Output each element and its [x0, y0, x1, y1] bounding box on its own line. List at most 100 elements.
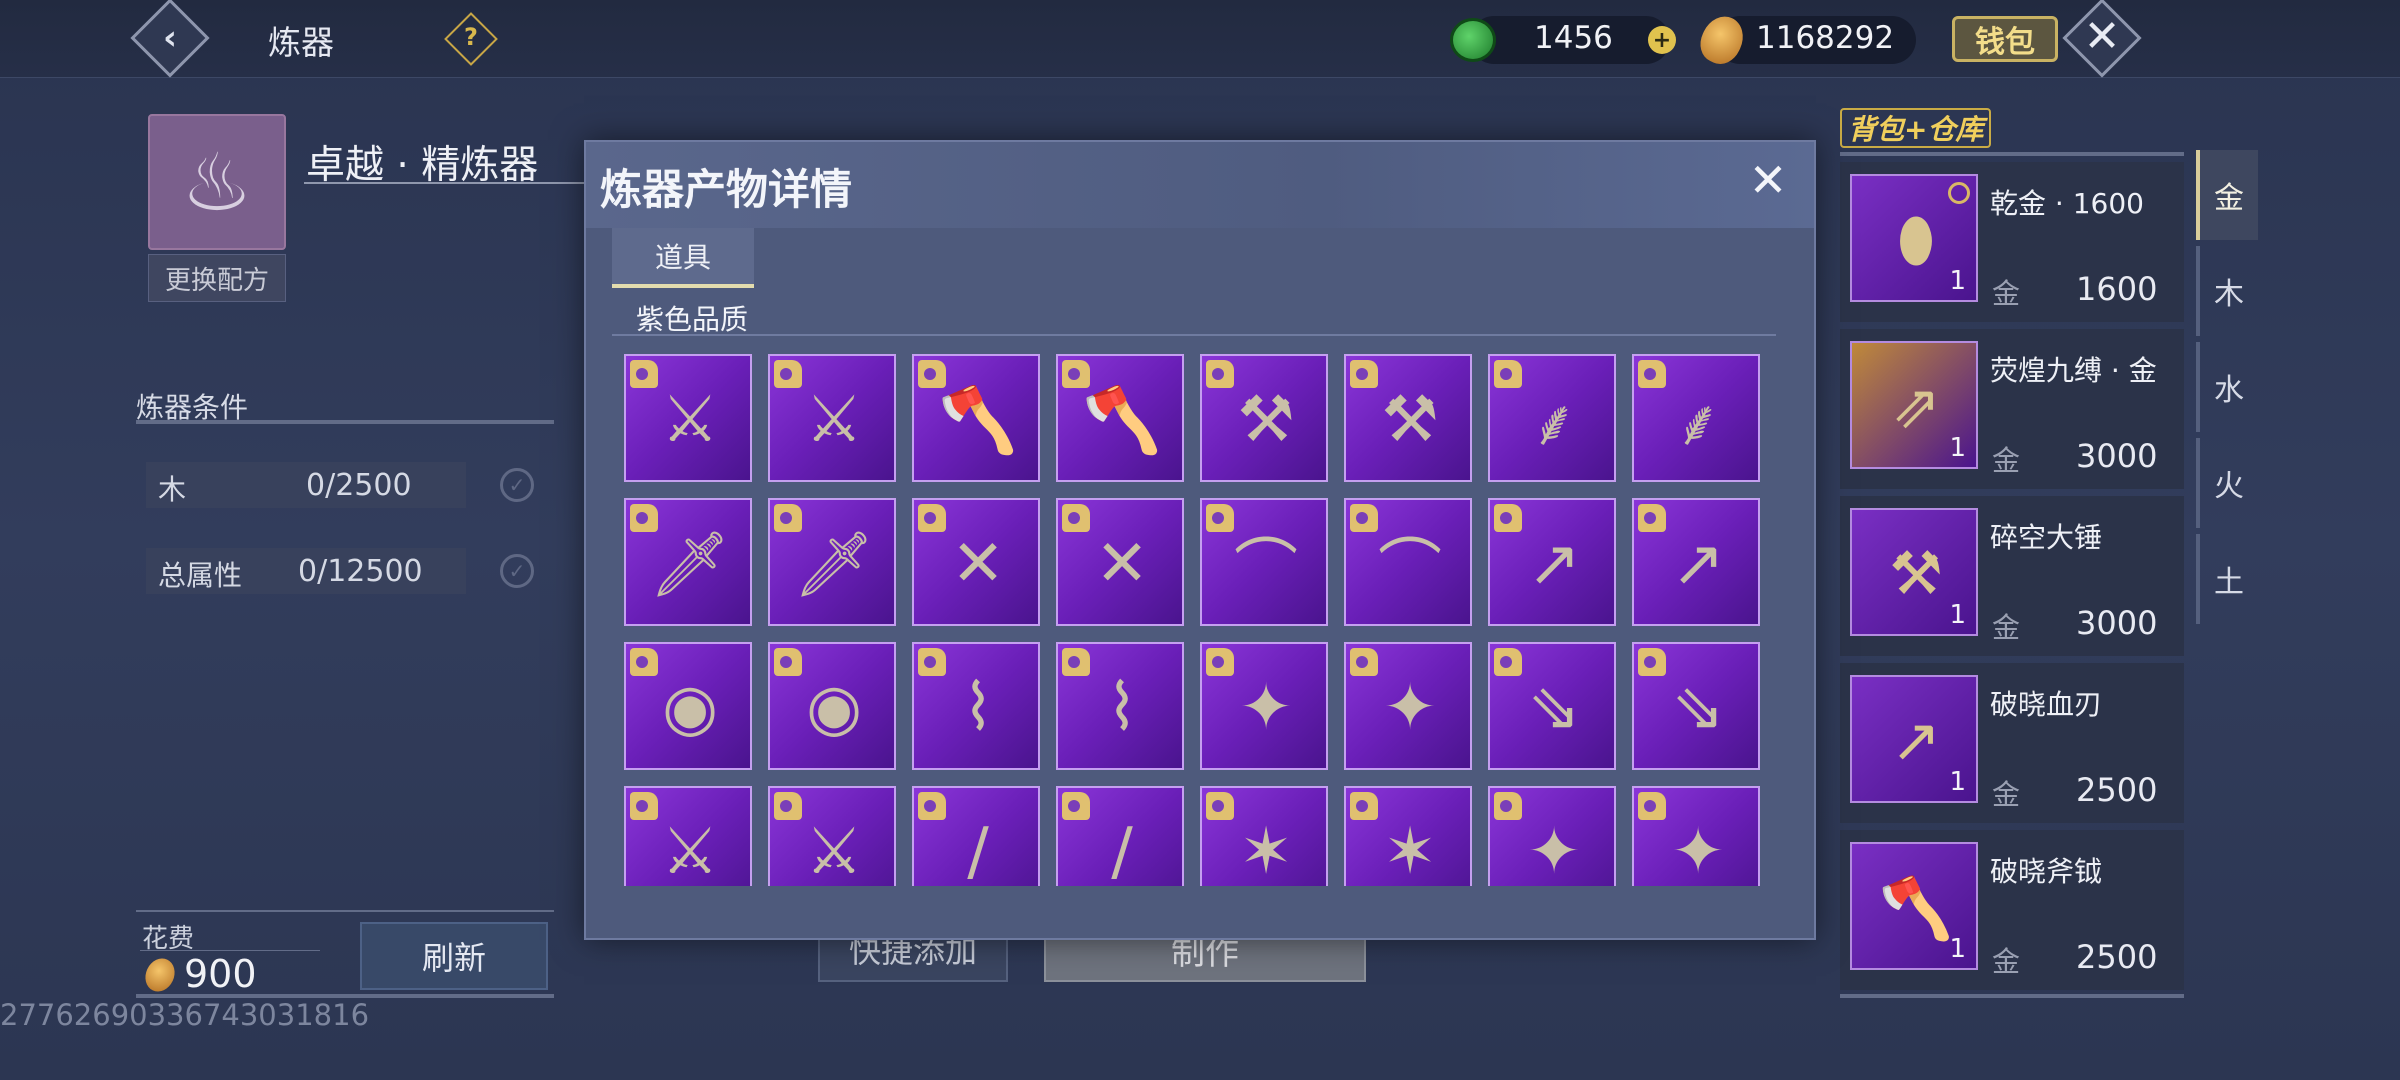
item-quantity: 1: [1949, 600, 1966, 630]
item-slot[interactable]: ↗: [1632, 498, 1760, 626]
item-element: 金: [1992, 945, 2021, 978]
add-currency-icon[interactable]: +: [1648, 26, 1676, 54]
bound-badge-icon: [1638, 792, 1666, 820]
gold-ore-icon: ⬮ 1: [1850, 174, 1978, 302]
element-tab[interactable]: 水: [2196, 342, 2258, 432]
refresh-button[interactable]: 刷新: [360, 922, 548, 990]
great-hammer-icon: ⚒ 1: [1850, 508, 1978, 636]
item-slot[interactable]: ⌒: [1200, 498, 1328, 626]
back-arrow-icon[interactable]: ‹: [142, 10, 198, 66]
item-slot[interactable]: ✕: [1056, 498, 1184, 626]
item-slot[interactable]: ⇘: [1632, 642, 1760, 770]
element-tab[interactable]: 火: [2196, 438, 2258, 528]
item-slot[interactable]: ⚔: [768, 354, 896, 482]
gold-currency-value: 1168292: [1756, 20, 1895, 56]
item-slot[interactable]: ✦: [1488, 786, 1616, 886]
item-slot[interactable]: ✦: [1344, 642, 1472, 770]
bound-badge-icon: [1062, 792, 1090, 820]
modal-title: 炼器产物详情: [600, 165, 853, 214]
swap-recipe-button[interactable]: 更换配方: [148, 254, 286, 302]
wallet-button[interactable]: 钱包: [1952, 16, 2058, 62]
item-slot[interactable]: /: [1056, 786, 1184, 886]
item-value: 2500: [2076, 771, 2158, 809]
bag-item[interactable]: ↗ 1 破晓血刃金 2500: [1840, 663, 2184, 823]
bound-badge-icon: [1206, 792, 1234, 820]
divider: [140, 950, 320, 951]
divider: [136, 910, 554, 912]
bag-item-list[interactable]: ⬮ 1 乾金 · 1600 金 1600 ⇗ 1 荧煌九缚 · 金金 3000 ⚒ 1 碎空大锤金 30…: [1840, 162, 2184, 992]
item-slot[interactable]: ✶: [1344, 786, 1472, 886]
divider: [304, 182, 584, 184]
bound-badge-icon: [1494, 360, 1522, 388]
link-icon: [1948, 182, 1970, 204]
battle-axe-icon: 🪓 1: [1850, 842, 1978, 970]
bound-badge-icon: [1494, 504, 1522, 532]
bound-badge-icon: [1494, 648, 1522, 676]
gold-coin-icon: [140, 953, 180, 997]
bound-badge-icon: [918, 360, 946, 388]
bound-badge-icon: [918, 648, 946, 676]
bound-badge-icon: [774, 648, 802, 676]
item-slot[interactable]: ⇘: [1488, 642, 1616, 770]
item-slot[interactable]: ↗: [1488, 498, 1616, 626]
item-slot[interactable]: ✕: [912, 498, 1040, 626]
question-icon[interactable]: ?: [452, 18, 490, 56]
item-value: 3000: [2076, 604, 2158, 642]
item-slot[interactable]: ⌇: [912, 642, 1040, 770]
bag-item[interactable]: ⚒ 1 碎空大锤金 3000: [1840, 496, 2184, 656]
item-slot[interactable]: 🪓: [1056, 354, 1184, 482]
bag-item[interactable]: 🪓 1 破晓斧钺金 2500: [1840, 830, 2184, 990]
bound-badge-icon: [630, 504, 658, 532]
item-value: 2500: [2076, 938, 2158, 976]
item-slot[interactable]: ⚔: [624, 354, 752, 482]
cost-value: 900: [184, 952, 257, 996]
bound-badge-icon: [1350, 792, 1378, 820]
recipe-flame-icon: ♨: [148, 114, 286, 250]
close-modal-icon[interactable]: ✕: [1748, 153, 1788, 207]
item-slot[interactable]: ◉: [768, 642, 896, 770]
bound-badge-icon: [1638, 504, 1666, 532]
close-icon[interactable]: ✕: [2074, 8, 2130, 64]
bound-badge-icon: [1638, 360, 1666, 388]
bound-badge-icon: [1350, 648, 1378, 676]
item-slot[interactable]: ✦: [1200, 642, 1328, 770]
item-slot[interactable]: ⌇: [1056, 642, 1184, 770]
bound-badge-icon: [1350, 504, 1378, 532]
blood-blade-icon: ↗ 1: [1850, 675, 1978, 803]
item-slot[interactable]: 🗡: [768, 498, 896, 626]
item-slot[interactable]: /: [912, 786, 1040, 886]
condition-label: 木: [158, 473, 187, 506]
divider: [1840, 994, 2184, 998]
bound-badge-icon: [1206, 360, 1234, 388]
bound-badge-icon: [630, 792, 658, 820]
item-slot[interactable]: ⚒: [1200, 354, 1328, 482]
output-item-grid: ⚔ ⚔ 🪓 🪓 ⚒ ⚒ ⸙ ⸙ 🗡 🗡 ✕ ✕ ⌒ ⌒ ↗ ↗ ◉ ◉ ⌇ ⌇ ✦ ✦ ⇘ ⇘ ⚔ ⚔ / / ✶ ✶ ✦ ✦: [624, 354, 1764, 886]
condition-label: 总属性: [158, 559, 243, 592]
item-slot[interactable]: ⚔: [768, 786, 896, 886]
element-tab[interactable]: 木: [2196, 246, 2258, 336]
item-slot[interactable]: ⌒: [1344, 498, 1472, 626]
tab-items[interactable]: 道具: [612, 228, 754, 288]
bag-item[interactable]: ⇗ 1 荧煌九缚 · 金金 3000: [1840, 329, 2184, 489]
item-slot[interactable]: 🪓: [912, 354, 1040, 482]
bound-badge-icon: [1206, 648, 1234, 676]
bag-warehouse-title: 背包+仓库: [1840, 108, 1992, 148]
item-slot[interactable]: ✦: [1632, 786, 1760, 886]
item-slot[interactable]: 🗡: [624, 498, 752, 626]
item-quantity: 1: [1949, 934, 1966, 964]
item-slot[interactable]: ⚔: [624, 786, 752, 886]
quality-grade-label: 紫色品质: [636, 303, 749, 336]
check-icon: ✓: [500, 554, 534, 588]
element-tab[interactable]: 土: [2196, 534, 2258, 624]
check-icon: ✓: [500, 468, 534, 502]
item-quantity: 1: [1949, 266, 1966, 296]
item-slot[interactable]: ⚒: [1344, 354, 1472, 482]
item-slot[interactable]: ⸙: [1488, 354, 1616, 482]
item-slot[interactable]: ✶: [1200, 786, 1328, 886]
item-name: 荧煌九缚 · 金: [1990, 354, 2157, 387]
bound-badge-icon: [1062, 504, 1090, 532]
bag-item[interactable]: ⬮ 1 乾金 · 1600 金 1600: [1840, 162, 2184, 322]
item-slot[interactable]: ◉: [624, 642, 752, 770]
element-tab[interactable]: 金: [2196, 150, 2258, 240]
item-slot[interactable]: ⸙: [1632, 354, 1760, 482]
